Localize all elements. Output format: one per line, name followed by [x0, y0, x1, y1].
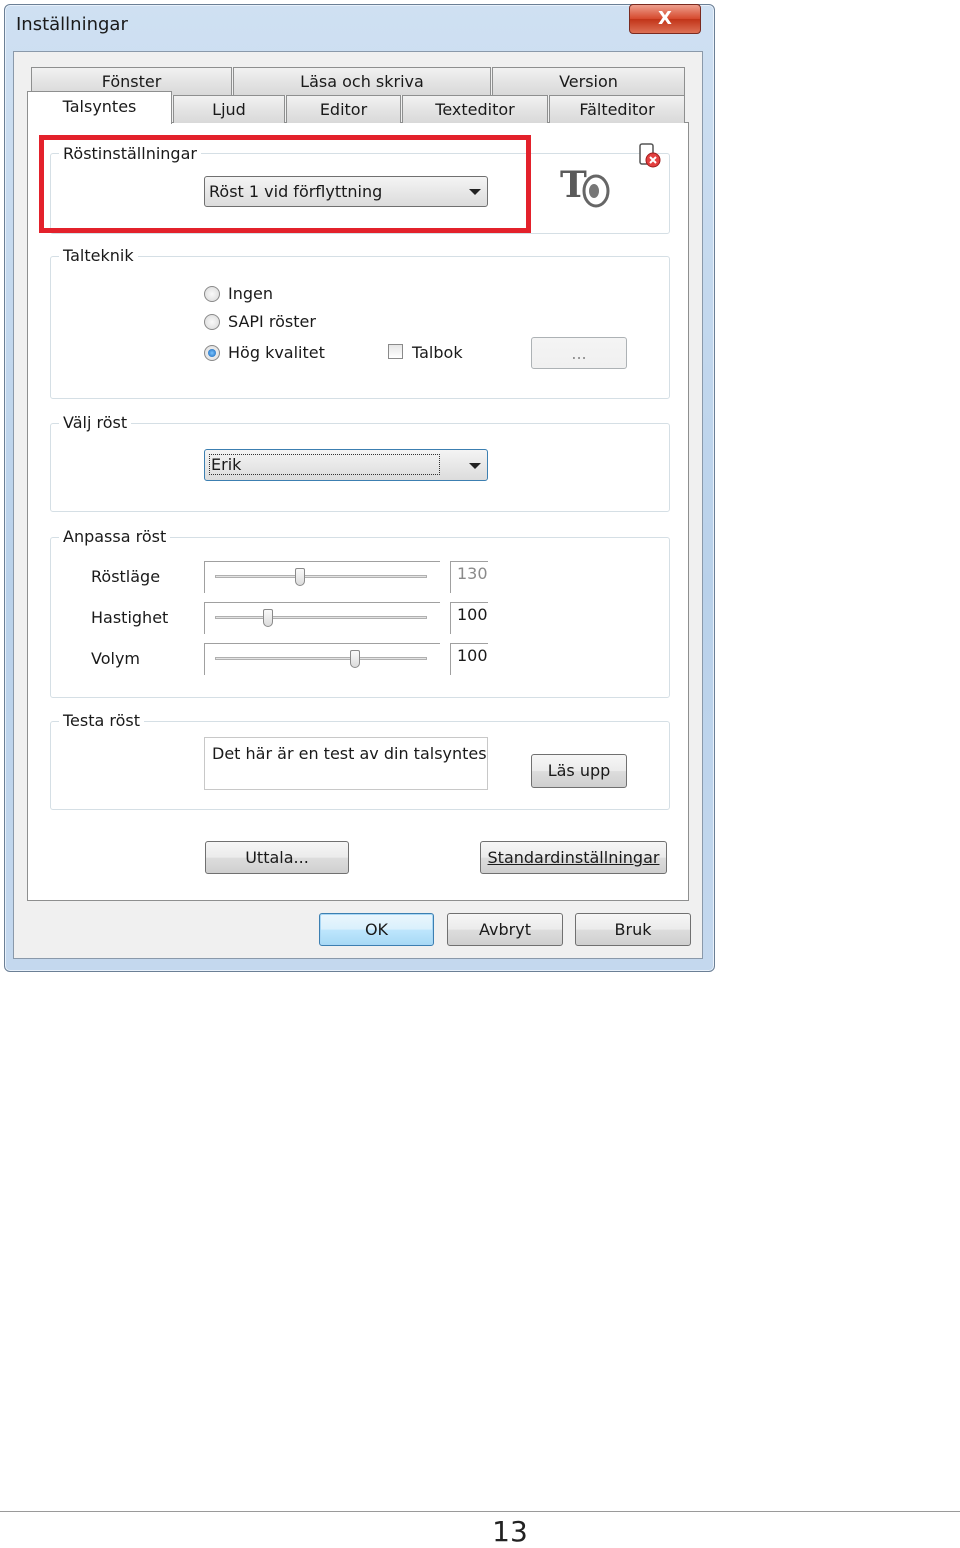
chevron-down-icon — [469, 463, 481, 469]
talsyntes-logo: T — [558, 164, 614, 214]
group-label-valj-rost: Välj röst — [59, 413, 132, 432]
group-label-testa-rost: Testa röst — [59, 711, 145, 730]
tab-talsyntes[interactable]: Talsyntes — [27, 91, 172, 124]
default-settings-button[interactable]: Standardinställningar — [480, 841, 667, 874]
slider-track — [215, 657, 427, 660]
radio-hog-kvalitet[interactable] — [204, 345, 220, 361]
slider-track — [215, 575, 427, 578]
tab-ljud[interactable]: Ljud — [173, 95, 285, 123]
radio-sapi-roster[interactable] — [204, 314, 220, 330]
window-title: Inställningar — [16, 14, 128, 35]
voice-select-combobox[interactable]: Erik — [204, 449, 488, 481]
close-button[interactable]: X — [629, 4, 701, 34]
slider-thumb-volym[interactable] — [349, 650, 360, 668]
remove-profile-icon[interactable] — [638, 142, 662, 170]
page-divider — [0, 1511, 960, 1512]
highlight-rectangle — [39, 135, 531, 233]
voice-select-value: Erik — [209, 454, 441, 475]
slider-thumb-rostlage[interactable] — [294, 568, 305, 586]
slider-thumb-hastighet[interactable] — [263, 609, 273, 627]
browse-button[interactable]: ... — [531, 337, 627, 369]
radio-label-sapi-roster: SAPI röster — [228, 312, 316, 331]
group-label-talteknik: Talteknik — [59, 246, 138, 265]
value-hastighet[interactable]: 100 — [450, 602, 488, 634]
slider-volym[interactable] — [204, 643, 440, 675]
value-volym[interactable]: 100 — [450, 643, 488, 675]
page-number: 13 — [492, 1515, 528, 1548]
tab-texteditor[interactable]: Texteditor — [402, 95, 548, 123]
talbok-checkbox[interactable] — [388, 344, 403, 359]
slider-label-volym: Volym — [91, 649, 140, 668]
default-settings-label: Standardinställningar — [487, 848, 660, 867]
tab-version[interactable]: Version — [492, 67, 685, 95]
radio-label-hog-kvalitet: Hög kvalitet — [228, 343, 325, 362]
read-aloud-button[interactable]: Läs upp — [531, 754, 627, 788]
slider-label-hastighet: Hastighet — [91, 608, 169, 627]
cancel-button[interactable]: Avbryt — [447, 913, 563, 946]
apply-button[interactable]: Bruk — [575, 913, 691, 946]
tab-falteditor[interactable]: Fälteditor — [549, 95, 685, 123]
slider-label-rostlage: Röstläge — [91, 567, 161, 586]
talbok-label: Talbok — [412, 343, 463, 362]
radio-label-ingen: Ingen — [228, 284, 273, 303]
sound-waves-icon — [582, 174, 610, 208]
test-text-input[interactable]: Det här är en test av din talsyntes — [204, 737, 488, 790]
tab-editor[interactable]: Editor — [286, 95, 401, 123]
group-label-anpassa-rost: Anpassa röst — [59, 527, 171, 546]
ok-button[interactable]: OK — [319, 913, 434, 946]
slider-rostlage[interactable] — [204, 561, 440, 593]
slider-hastighet[interactable] — [204, 602, 440, 634]
radio-ingen[interactable] — [204, 286, 220, 302]
slider-track — [215, 616, 427, 619]
tab-lasa-och-skriva[interactable]: Läsa och skriva — [233, 67, 491, 95]
uttala-button[interactable]: Uttala... — [205, 841, 349, 874]
group-talteknik — [50, 256, 670, 399]
value-rostlage[interactable]: 130 — [450, 561, 488, 593]
